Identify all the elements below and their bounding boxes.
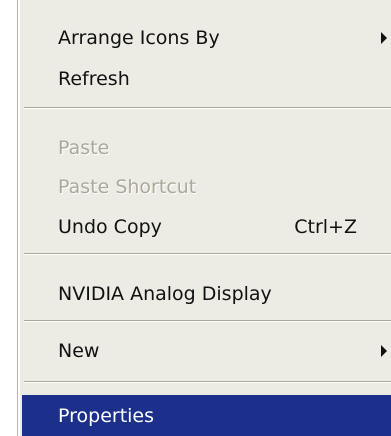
submenu-arrow-icon (381, 345, 387, 357)
submenu-arrow-icon (381, 32, 387, 44)
menu-item-label: Properties (58, 404, 155, 427)
desktop-context-menu: Arrange Icons By Refresh Paste Paste Sho… (18, 0, 391, 436)
menu-item-new[interactable]: New (22, 333, 391, 369)
menu-item-arrange-icons-by[interactable]: Arrange Icons By (22, 20, 391, 56)
desktop-background: Arrange Icons By Refresh Paste Paste Sho… (0, 0, 391, 436)
menu-separator (24, 253, 391, 255)
menu-separator (24, 381, 391, 383)
menu-item-paste: Paste (22, 130, 391, 166)
menu-item-label: Refresh (58, 68, 130, 90)
menu-item-label: Paste (58, 137, 110, 159)
menu-item-label: Paste Shortcut (58, 176, 197, 198)
menu-item-properties[interactable]: Properties (22, 395, 391, 436)
menu-item-paste-shortcut: Paste Shortcut (22, 169, 391, 205)
menu-item-label: Arrange Icons By (58, 27, 220, 49)
menu-separator (24, 320, 391, 322)
menu-item-label: NVIDIA Analog Display (58, 283, 272, 305)
menu-item-undo-copy[interactable]: Undo Copy Ctrl+Z (22, 209, 391, 245)
menu-item-nvidia-analog-display[interactable]: NVIDIA Analog Display (22, 276, 391, 312)
menu-separator (24, 107, 391, 109)
menu-item-refresh[interactable]: Refresh (22, 61, 391, 97)
menu-item-label: New (58, 340, 100, 362)
menu-item-shortcut: Ctrl+Z (294, 216, 357, 238)
menu-item-label: Undo Copy (58, 216, 162, 238)
